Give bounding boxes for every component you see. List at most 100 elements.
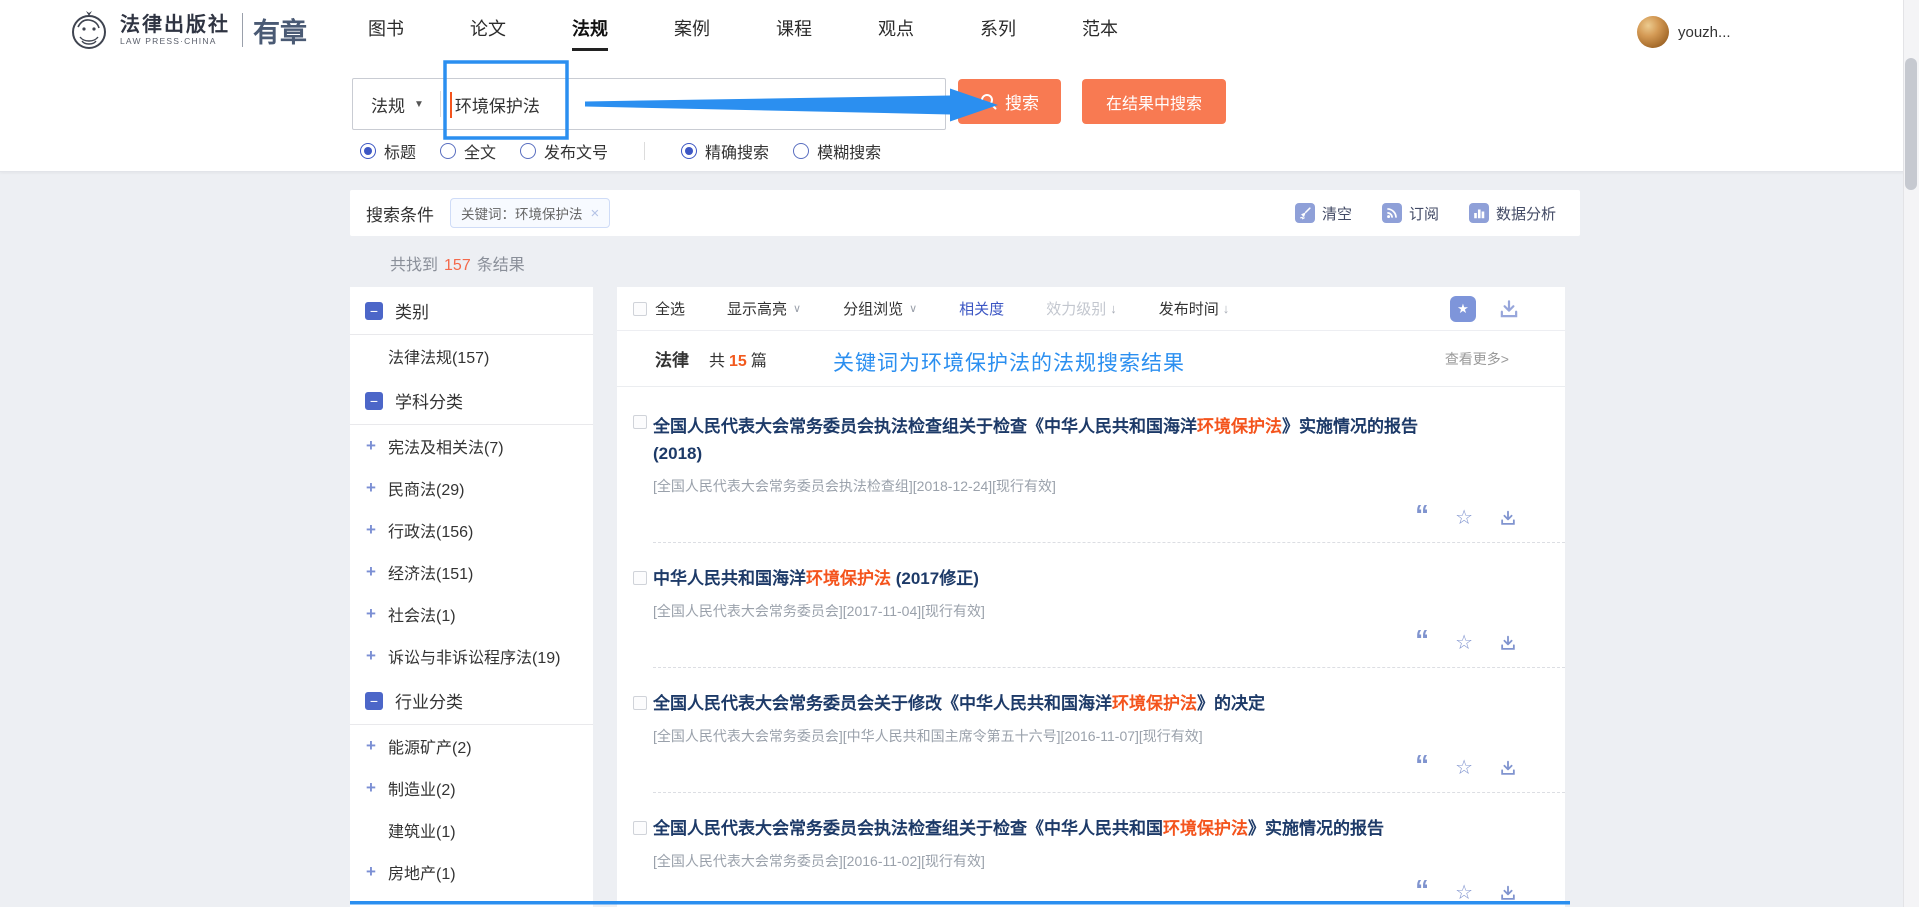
download-icon	[1498, 298, 1520, 320]
result-checkbox[interactable]	[633, 571, 647, 585]
collapse-minus-icon[interactable]: −	[365, 692, 383, 710]
result-count-summary: 共找到157条结果	[390, 251, 525, 275]
select-all-checkbox[interactable]	[633, 302, 647, 316]
download-all-button[interactable]	[1498, 298, 1520, 320]
download-button[interactable]	[1499, 634, 1517, 652]
sidebar-item-social-law[interactable]: + 社会法(1)	[350, 593, 593, 635]
sidebar-section-subject[interactable]: − 学科分类	[350, 377, 593, 425]
result-title-link[interactable]: 中华人民共和国海洋环境保护法 (2017修正)	[653, 565, 1453, 592]
nav-item-cases[interactable]: 案例	[674, 15, 710, 41]
download-icon	[1499, 509, 1517, 527]
group-count: 共15篇	[709, 347, 767, 371]
brand[interactable]: 法律出版社 LAW PRESS·CHINA 有章	[66, 6, 307, 54]
results-group-header: 法律 共15篇 查看更多>	[617, 331, 1565, 387]
sidebar-section-category[interactable]: − 类别	[350, 287, 593, 335]
collapse-minus-icon[interactable]: −	[365, 302, 383, 320]
cite-icon[interactable]: “	[1415, 635, 1429, 651]
search-button-label: 搜索	[1005, 89, 1039, 114]
search-input[interactable]	[455, 94, 905, 114]
sidebar-item-administrative-law[interactable]: + 行政法(156)	[350, 509, 593, 551]
sidebar-item-manufacturing[interactable]: + 制造业(2)	[350, 767, 593, 809]
sidebar-section-industry[interactable]: − 行业分类	[350, 677, 593, 725]
expand-plus-icon[interactable]: +	[366, 562, 388, 582]
radio-icon	[360, 143, 376, 159]
nav-item-regulations[interactable]: 法规	[572, 15, 608, 41]
radio-title[interactable]: 标题	[360, 139, 416, 163]
cite-icon[interactable]: “	[1415, 510, 1429, 526]
expand-plus-icon[interactable]: +	[366, 520, 388, 540]
show-highlight-dropdown[interactable]: 显示高亮 ∨	[727, 298, 801, 319]
sidebar-item-constitutional-law[interactable]: + 宪法及相关法(7)	[350, 425, 593, 467]
sort-relevance[interactable]: 相关度	[959, 298, 1004, 319]
group-browse-dropdown[interactable]: 分组浏览 ∨	[843, 298, 917, 319]
result-meta: [全国人民代表大会常务委员会执法检查组][2018-12-24][现行有效]	[653, 476, 1517, 496]
nav-item-books[interactable]: 图书	[368, 15, 404, 41]
clear-button[interactable]: 清空	[1295, 203, 1352, 224]
result-title-link[interactable]: 全国人民代表大会常务委员会关于修改《中华人民共和国海洋环境保护法》的决定	[653, 690, 1453, 717]
favorite-all-button[interactable]: ★	[1450, 296, 1476, 322]
cite-icon[interactable]: “	[1415, 885, 1429, 901]
nav-item-papers[interactable]: 论文	[470, 15, 506, 41]
sidebar-item-laws-regulations[interactable]: 法律法规(157)	[350, 335, 593, 377]
collapse-minus-icon[interactable]: −	[365, 392, 383, 410]
radio-fuzzy-search[interactable]: 模糊搜索	[793, 139, 881, 163]
sort-publish-date[interactable]: 发布时间 ↓	[1159, 298, 1230, 319]
sort-effect-level[interactable]: 效力级别 ↓	[1046, 298, 1117, 319]
expand-plus-icon[interactable]: +	[366, 478, 388, 498]
nav-item-courses[interactable]: 课程	[776, 15, 812, 41]
sidebar-item-real-estate[interactable]: + 房地产(1)	[350, 851, 593, 893]
search-button[interactable]: 搜索	[958, 79, 1061, 124]
sidebar-item-economic-law[interactable]: + 经济法(151)	[350, 551, 593, 593]
radio-document-number[interactable]: 发布文号	[520, 139, 608, 163]
options-divider	[644, 142, 645, 160]
scrollbar-track[interactable]	[1903, 0, 1919, 907]
subscribe-button[interactable]: 订阅	[1382, 203, 1439, 224]
favorite-icon[interactable]: ☆	[1455, 508, 1473, 528]
result-checkbox[interactable]	[633, 696, 647, 710]
search-in-results-button[interactable]: 在结果中搜索	[1082, 79, 1226, 124]
nav-item-opinions[interactable]: 观点	[878, 15, 914, 41]
scrollbar-thumb[interactable]	[1905, 58, 1917, 190]
favorite-icon[interactable]: ☆	[1455, 883, 1473, 903]
download-button[interactable]	[1499, 884, 1517, 902]
result-title-link[interactable]: 全国人民代表大会常务委员会执法检查组关于检查《中华人民共和国海洋环境保护法》实施…	[653, 413, 1453, 467]
expand-plus-icon[interactable]: +	[366, 778, 388, 798]
result-checkbox[interactable]	[633, 821, 647, 835]
tag-close-icon[interactable]: ×	[591, 205, 600, 222]
download-button[interactable]	[1499, 759, 1517, 777]
nav-item-templates[interactable]: 范本	[1082, 15, 1118, 41]
result-row: 全国人民代表大会常务委员会关于修改《中华人民共和国海洋环境保护法》的决定 [全国…	[653, 668, 1565, 793]
result-actions: “ ☆	[653, 506, 1517, 530]
sidebar-item-healthcare[interactable]: 医药卫生(2)	[350, 893, 593, 907]
result-meta: [全国人民代表大会常务委员会][2016-11-02][现行有效]	[653, 851, 1517, 871]
favorite-icon[interactable]: ☆	[1455, 758, 1473, 778]
sidebar-item-construction[interactable]: 建筑业(1)	[350, 809, 593, 851]
result-checkbox[interactable]	[633, 415, 647, 429]
radio-exact-search[interactable]: 精确搜索	[681, 139, 769, 163]
nav-item-series[interactable]: 系列	[980, 15, 1016, 41]
sidebar-item-civil-commercial-law[interactable]: + 民商法(29)	[350, 467, 593, 509]
search-in-results-label: 在结果中搜索	[1106, 90, 1202, 114]
expand-plus-icon[interactable]: +	[366, 646, 388, 666]
cite-icon[interactable]: “	[1415, 760, 1429, 776]
sidebar-item-procedure-law[interactable]: + 诉讼与非诉讼程序法(19)	[350, 635, 593, 677]
chevron-down-icon: ∨	[909, 302, 917, 315]
view-more-link[interactable]: 查看更多>	[1445, 349, 1509, 369]
download-button[interactable]	[1499, 509, 1517, 527]
radio-fulltext[interactable]: 全文	[440, 139, 496, 163]
sidebar-item-energy-mining[interactable]: + 能源矿产(2)	[350, 725, 593, 767]
data-analytics-button[interactable]: 数据分析	[1469, 203, 1556, 224]
highlighted-keyword: 环境保护法	[1197, 417, 1282, 436]
brand-name-en: LAW PRESS·CHINA	[120, 36, 230, 46]
select-all-label[interactable]: 全选	[655, 298, 685, 319]
user-menu[interactable]: youzh...	[1637, 16, 1731, 48]
result-title-link[interactable]: 全国人民代表大会常务委员会执法检查组关于检查《中华人民共和国环境保护法》实施情况…	[653, 815, 1453, 842]
search-scope-dropdown[interactable]: 法规 ▼	[353, 92, 440, 117]
expand-plus-icon[interactable]: +	[366, 436, 388, 456]
expand-plus-icon[interactable]: +	[366, 604, 388, 624]
favorite-icon[interactable]: ☆	[1455, 633, 1473, 653]
avatar[interactable]	[1637, 16, 1669, 48]
header: 法律出版社 LAW PRESS·CHINA 有章 图书 论文 法规 案例 课程 …	[0, 0, 1919, 172]
expand-plus-icon[interactable]: +	[366, 736, 388, 756]
expand-plus-icon[interactable]: +	[366, 862, 388, 882]
